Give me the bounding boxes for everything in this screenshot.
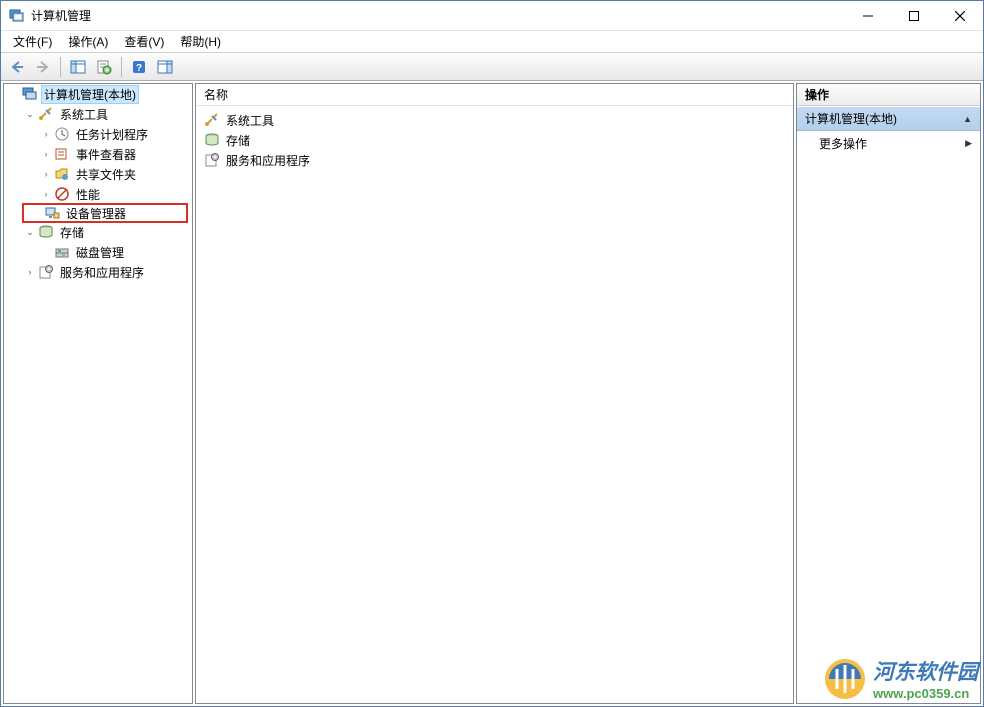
close-button[interactable] (937, 1, 983, 31)
services-icon (204, 152, 220, 168)
list-item-label: 系统工具 (226, 112, 274, 129)
performance-icon (54, 186, 70, 202)
computer-management-icon (22, 86, 38, 102)
toolbar-separator (121, 57, 122, 77)
collapse-icon[interactable]: ⌄ (24, 226, 36, 238)
list-item-label: 服务和应用程序 (226, 152, 310, 169)
submenu-arrow-icon: ▶ (965, 138, 972, 149)
tools-icon (38, 106, 54, 122)
minimize-button[interactable] (845, 1, 891, 31)
show-hide-tree-button[interactable] (66, 55, 90, 79)
storage-icon (38, 224, 54, 240)
expand-icon[interactable]: › (40, 128, 52, 140)
expand-icon[interactable]: › (24, 266, 36, 278)
list-item[interactable]: 系统工具 (200, 110, 789, 130)
menu-view[interactable]: 查看(V) (116, 31, 172, 52)
maximize-button[interactable] (891, 1, 937, 31)
tree-storage[interactable]: ⌄ 存储 (4, 222, 192, 242)
window-title: 计算机管理 (31, 7, 845, 24)
list-body[interactable]: 系统工具 存储 服务和应用程序 (196, 106, 793, 703)
toolbar: ? (1, 53, 983, 81)
menu-action[interactable]: 操作(A) (60, 31, 116, 52)
list-item-label: 存储 (226, 132, 250, 149)
actions-panel: 操作 计算机管理(本地) ▲ 更多操作 ▶ (796, 83, 981, 704)
properties-button[interactable] (92, 55, 116, 79)
actions-header: 操作 (797, 84, 980, 106)
expand-icon[interactable]: › (40, 188, 52, 200)
shared-folder-icon (54, 166, 70, 182)
disk-management-icon (54, 244, 70, 260)
tree-root-label: 计算机管理(本地) (41, 85, 139, 104)
app-icon (9, 8, 25, 24)
actions-group-title[interactable]: 计算机管理(本地) ▲ (797, 106, 980, 131)
tree-event-viewer[interactable]: › 事件查看器 (4, 144, 192, 164)
help-button[interactable]: ? (127, 55, 151, 79)
menubar: 文件(F) 操作(A) 查看(V) 帮助(H) (1, 31, 983, 53)
list-panel: 名称 系统工具 存储 服务和应用程序 (195, 83, 794, 704)
event-viewer-icon (54, 146, 70, 162)
tree-performance[interactable]: › 性能 (4, 184, 192, 204)
storage-icon (204, 132, 220, 148)
back-button[interactable] (5, 55, 29, 79)
show-action-pane-button[interactable] (153, 55, 177, 79)
tree-device-manager[interactable]: 设备管理器 (22, 203, 188, 223)
tree-task-scheduler[interactable]: › 任务计划程序 (4, 124, 192, 144)
list-item[interactable]: 存储 (200, 130, 789, 150)
clock-icon (54, 126, 70, 142)
tools-icon (204, 112, 220, 128)
expand-icon[interactable]: › (40, 148, 52, 160)
tree-services-apps[interactable]: › 服务和应用程序 (4, 262, 192, 282)
tree-disk-management[interactable]: 磁盘管理 (4, 242, 192, 262)
action-more[interactable]: 更多操作 ▶ (797, 131, 980, 156)
tree-system-tools[interactable]: ⌄ 系统工具 (4, 104, 192, 124)
svg-text:?: ? (136, 63, 142, 74)
tree-panel[interactable]: 计算机管理(本地) ⌄ 系统工具 › 任务计划程序 › 事件查看器 › 共享文件 (3, 83, 193, 704)
collapse-icon[interactable]: ▲ (963, 114, 972, 124)
titlebar: 计算机管理 (1, 1, 983, 31)
list-item[interactable]: 服务和应用程序 (200, 150, 789, 170)
device-manager-icon (44, 205, 60, 221)
collapse-icon[interactable]: ⌄ (24, 108, 36, 120)
list-column-name[interactable]: 名称 (196, 84, 793, 106)
forward-button[interactable] (31, 55, 55, 79)
toolbar-separator (60, 57, 61, 77)
menu-file[interactable]: 文件(F) (5, 31, 60, 52)
expand-icon[interactable]: › (40, 168, 52, 180)
tree-shared-folders[interactable]: › 共享文件夹 (4, 164, 192, 184)
services-icon (38, 264, 54, 280)
tree-root[interactable]: 计算机管理(本地) (4, 84, 192, 104)
menu-help[interactable]: 帮助(H) (172, 31, 229, 52)
